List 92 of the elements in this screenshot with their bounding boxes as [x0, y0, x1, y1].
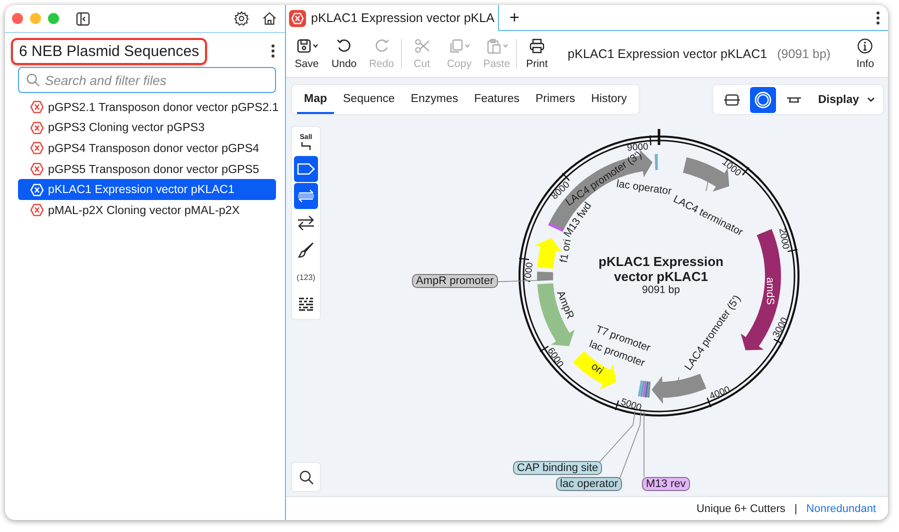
file-list-item[interactable]: pGPS2.1 Transposon donor vector pGPS2.1 [18, 97, 276, 118]
view-tab[interactable]: Primers [528, 85, 582, 114]
search-button[interactable] [292, 463, 320, 491]
new-tab-button[interactable]: + [499, 5, 530, 30]
search-icon [26, 73, 40, 87]
info-button[interactable]: Info [846, 38, 884, 70]
plasmid-file-icon [30, 120, 44, 135]
toolbar-button[interactable]: Print [518, 38, 556, 70]
file-list-item[interactable]: pGPS4 Transposon donor vector pGPS4 [18, 138, 276, 159]
circular-view-button[interactable] [750, 86, 776, 112]
translation-tool[interactable] [294, 183, 318, 209]
cutters-filter[interactable]: Unique 6+ Cutters [696, 502, 786, 514]
display-menu[interactable]: Display [818, 94, 875, 106]
numbering-tool[interactable]: (123) [294, 264, 318, 290]
plasmid-file-icon [30, 100, 44, 114]
feature-mark[interactable] [644, 381, 649, 398]
home-icon[interactable] [262, 11, 277, 26]
more-icon[interactable] [876, 10, 880, 24]
feature-mark[interactable] [548, 222, 564, 232]
list-icon [298, 297, 314, 311]
panel-title: 6 NEB Plasmid Sequences [11, 38, 208, 64]
feature-label: AmpR [554, 289, 576, 321]
tick-mark [742, 166, 750, 176]
feature-callout[interactable]: lac operator [556, 477, 622, 491]
undo-icon [336, 38, 352, 54]
cut-icon [414, 38, 430, 54]
view-tab[interactable]: Features [467, 85, 526, 114]
sidebar-toggle-icon[interactable] [76, 12, 90, 26]
plasmid-length: 9091 bp [641, 284, 681, 296]
view-tab[interactable]: Enzymes [404, 85, 466, 114]
cut-site-icon [299, 142, 313, 150]
copy-icon [448, 38, 464, 54]
view-tab[interactable]: Map [297, 85, 334, 114]
plasmid-file-icon [30, 182, 44, 197]
feature-mark[interactable] [647, 382, 651, 398]
tick-mark [540, 346, 549, 352]
plasmid-file-icon [30, 141, 44, 156]
tick-mark [650, 135, 652, 146]
translation-icon [297, 189, 315, 203]
file-list-item[interactable]: pMAL-p2X Cloning vector pMAL-p2X [18, 200, 276, 221]
sequence-icon [787, 96, 802, 104]
view-tab[interactable]: Sequence [336, 85, 402, 114]
info-icon [857, 38, 874, 54]
search-icon [298, 470, 314, 484]
plasmid-file-icon [30, 203, 44, 218]
feature-label: f1 ori [558, 238, 574, 264]
feature-mark[interactable] [638, 380, 642, 396]
save-icon [296, 38, 312, 54]
sequence-length: (9091 bp) [777, 47, 831, 61]
document-title: pKLAC1 Expression vector pKLAC1 [568, 47, 768, 61]
tick-label: 7000 [522, 262, 536, 284]
tick-mark [614, 400, 620, 410]
print-icon [528, 38, 545, 54]
file-list-item[interactable]: pGPS5 Transposon donor vector pGPS5 [18, 158, 276, 180]
plasmid-name: pKLAC1 Expression vector pKLAC1 [598, 254, 724, 284]
tick-mark [788, 248, 798, 252]
feature-mark[interactable] [642, 381, 646, 398]
settings-icon[interactable] [234, 11, 249, 26]
search-field[interactable]: Search and filter files [18, 67, 276, 93]
feature-mark[interactable] [537, 272, 554, 281]
tick-mark [774, 338, 783, 344]
tick-mark [706, 398, 712, 408]
more-icon[interactable] [271, 44, 275, 58]
plasmid-file-icon [289, 10, 306, 26]
redo-icon [374, 38, 390, 54]
feature-callout[interactable]: CAP binding site [513, 461, 602, 475]
feature-tool[interactable] [294, 156, 318, 182]
feature-callout[interactable]: M13 rev [642, 477, 690, 491]
feature-arrow[interactable] [537, 283, 575, 346]
tick-label: 4000 [708, 384, 732, 402]
double-arrow-icon [297, 215, 315, 231]
feature-icon [297, 163, 315, 175]
feature-mark[interactable] [640, 380, 644, 397]
circular-map-icon [754, 90, 772, 108]
caret-icon [867, 97, 875, 102]
tick-mark [562, 172, 570, 181]
brush-icon [298, 242, 314, 258]
nonredundant-link[interactable]: Nonredundant [806, 502, 876, 514]
view-tab[interactable]: History [584, 85, 634, 114]
file-list-item[interactable]: pKLAC1 Expression vector pKLAC1 [18, 179, 276, 200]
file-list-item[interactable]: pGPS3 Cloning vector pGPS3 [18, 118, 276, 138]
plasmid-file-icon [30, 162, 44, 176]
linear-map-icon [724, 92, 740, 106]
paste-icon [486, 38, 502, 54]
toolbar-button[interactable]: Undo [325, 38, 363, 70]
tick-label: 5000 [619, 396, 643, 414]
close-window-button[interactable] [12, 13, 23, 24]
tick-mark [519, 258, 530, 260]
feature-callout[interactable]: AmpR promoter [412, 274, 498, 288]
separator-text: | [794, 502, 798, 514]
document-tab[interactable]: pKLAC1 Expression vector pKLA [286, 5, 500, 31]
toolbar-button[interactable]: Save [288, 38, 326, 70]
